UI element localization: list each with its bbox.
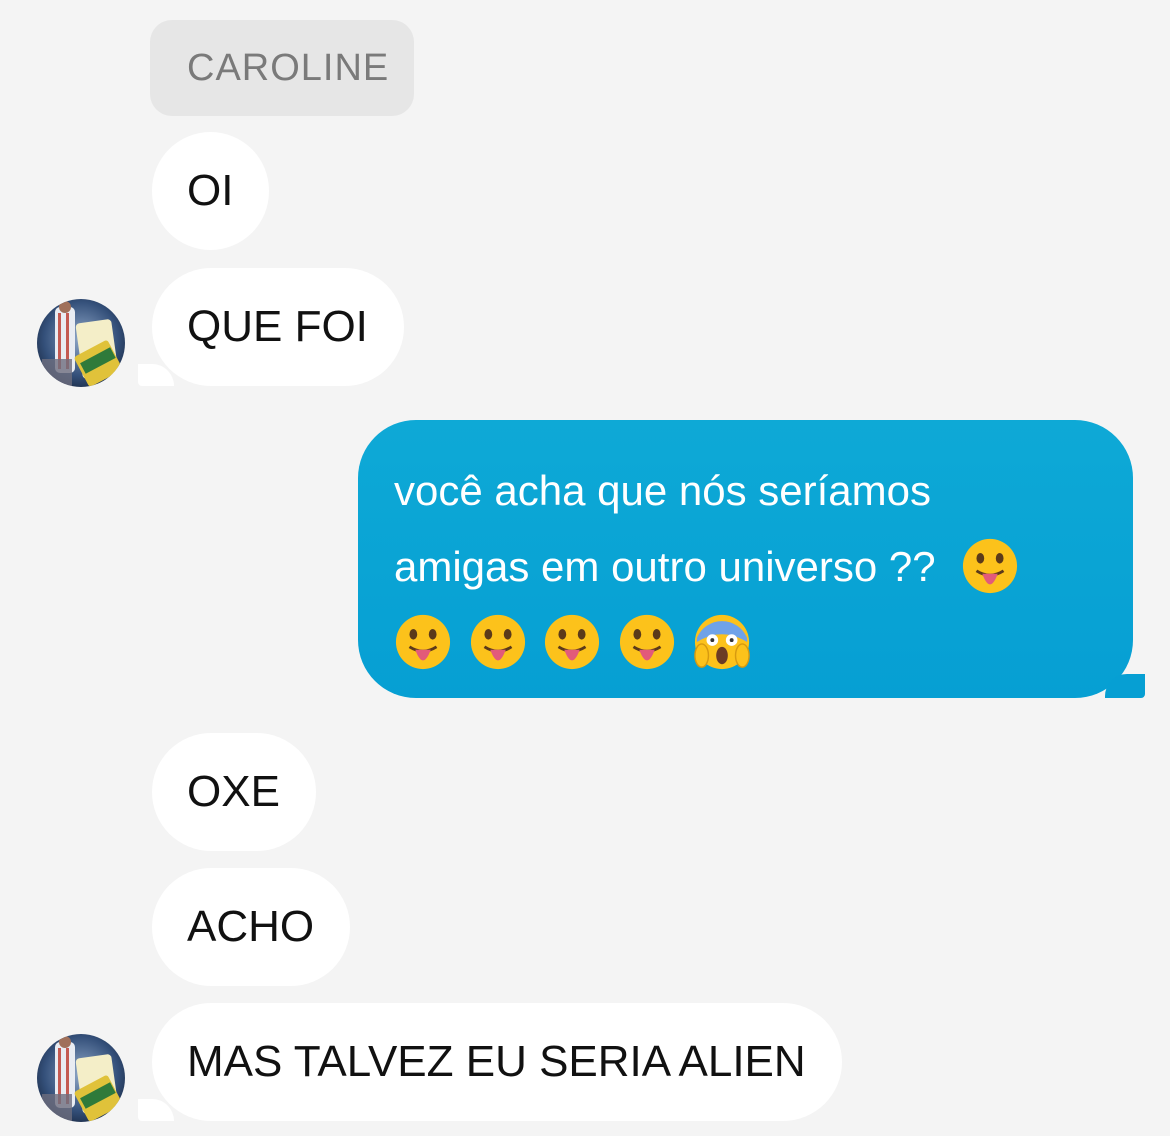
message-bubble-incoming[interactable]: OXE bbox=[152, 733, 316, 851]
chat-thread[interactable]: CAROLINE OI QUE FOI você acha que nós se… bbox=[0, 0, 1170, 1136]
message-text: OXE bbox=[187, 767, 280, 816]
message-text: amigas em outro universo ?? bbox=[394, 543, 936, 590]
message-bubble-incoming[interactable]: QUE FOI bbox=[138, 268, 404, 386]
message-text: QUE FOI bbox=[187, 302, 368, 351]
face-with-tongue-icon bbox=[470, 614, 525, 670]
avatar-photo-icon bbox=[37, 1034, 125, 1122]
message-bubble-incoming[interactable]: MAS TALVEZ EU SERIA ALIEN bbox=[138, 1003, 842, 1121]
face-with-tongue-icon bbox=[963, 538, 1018, 594]
message-bubble-outgoing[interactable]: você acha que nós seríamos amigas em out… bbox=[358, 420, 1145, 698]
message-emoji-line bbox=[394, 605, 1103, 681]
message-text: OI bbox=[187, 166, 234, 215]
contact-avatar[interactable] bbox=[37, 1034, 125, 1122]
message-text: MAS TALVEZ EU SERIA ALIEN bbox=[187, 1037, 806, 1086]
message-bubble-incoming[interactable]: ACHO bbox=[152, 868, 351, 986]
message-text: ACHO bbox=[187, 902, 315, 951]
face-with-tongue-icon bbox=[395, 614, 451, 670]
previous-content-fragment bbox=[232, 0, 382, 4]
avatar-photo-icon bbox=[37, 299, 125, 387]
message-text-line: você acha que nós seríamos bbox=[394, 467, 931, 514]
message-text-line: amigas em outro universo ?? bbox=[394, 529, 1103, 605]
contact-avatar[interactable] bbox=[37, 299, 125, 387]
contact-name-tag: CAROLINE bbox=[150, 20, 414, 116]
face-with-tongue-icon bbox=[619, 614, 675, 670]
face-screaming-in-fear-icon bbox=[693, 614, 750, 670]
face-with-tongue-icon bbox=[545, 614, 600, 670]
message-bubble-incoming[interactable]: OI bbox=[152, 132, 270, 250]
